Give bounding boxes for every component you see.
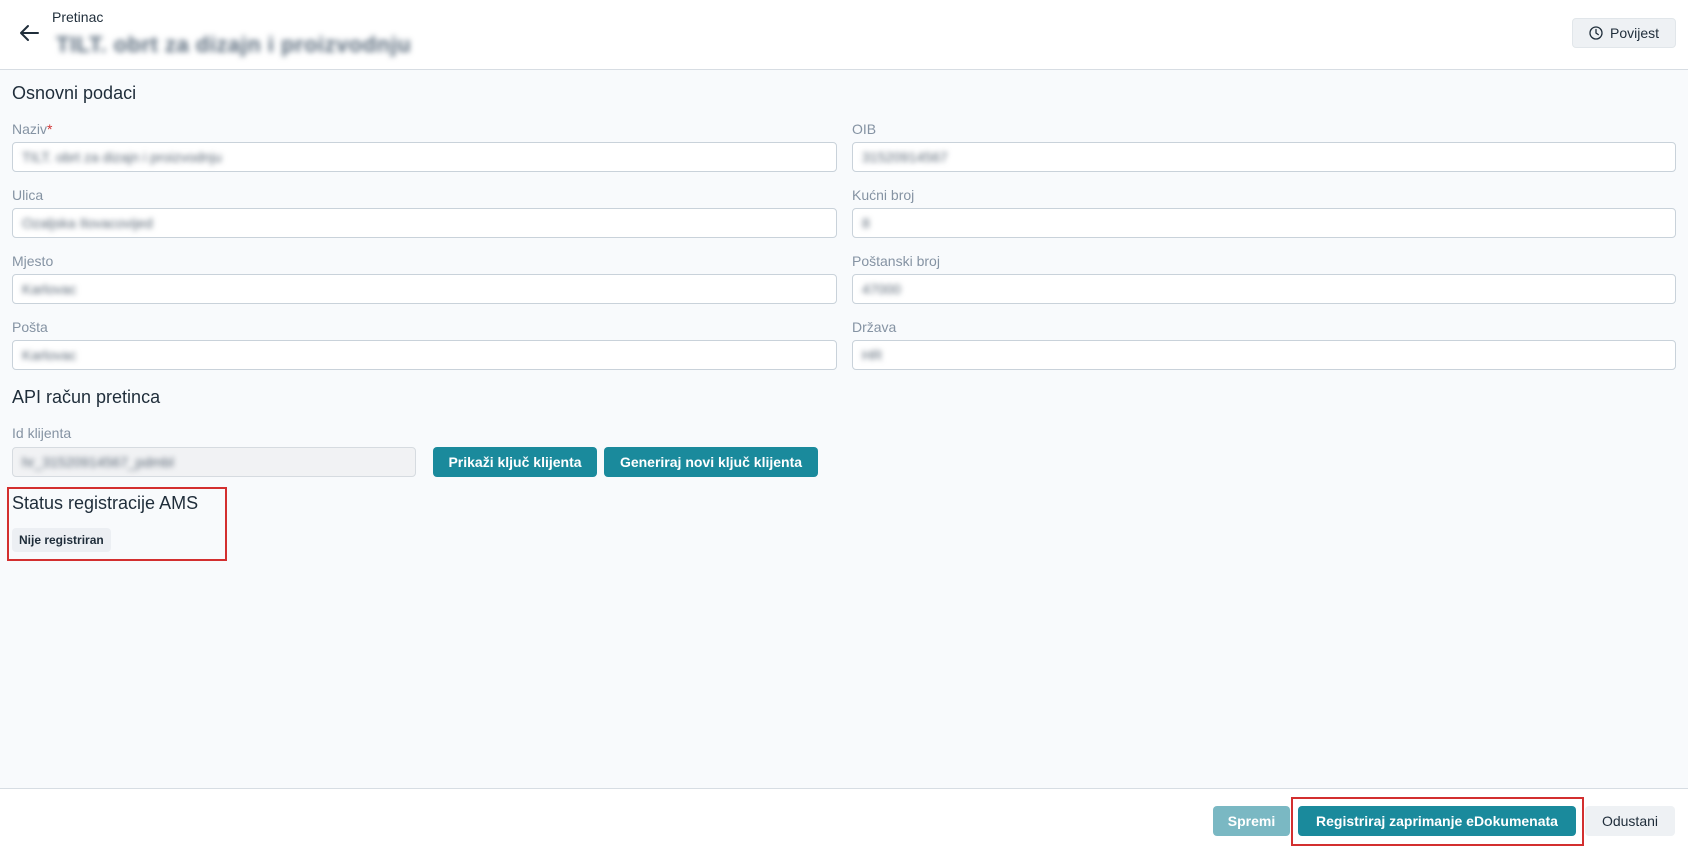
show-client-key-button[interactable]: Prikaži ključ klijenta <box>433 447 597 477</box>
posta-field[interactable]: Karlovac <box>12 340 837 370</box>
save-button[interactable]: Spremi <box>1213 806 1290 836</box>
kucni-broj-field[interactable]: 8 <box>852 208 1676 238</box>
ulica-label: Ulica <box>12 187 44 203</box>
client-id-label: Id klijenta <box>12 425 72 441</box>
history-label: Povijest <box>1609 25 1660 41</box>
ulica-value: Ozaljska Ilovacovijed <box>22 215 153 231</box>
client-id-value: hr_31520914567_pdmbl <box>22 454 174 470</box>
clock-icon <box>1589 26 1603 40</box>
client-id-field: hr_31520914567_pdmbl <box>12 447 416 477</box>
naziv-field[interactable]: TILT. obrt za dizajn i proizvodnju <box>12 142 837 172</box>
oib-label: OIB <box>852 121 877 137</box>
required-mark: * <box>47 121 53 137</box>
main-content: Osnovni podaci Naziv* TILT. obrt za diza… <box>0 70 1688 788</box>
postanski-broj-label: Poštanski broj <box>852 253 940 269</box>
cancel-button[interactable]: Odustani <box>1585 806 1675 836</box>
posta-label: Pošta <box>12 319 48 335</box>
naziv-label: Naziv* <box>12 121 53 137</box>
oib-value: 31520914567 <box>862 149 948 165</box>
ulica-field[interactable]: Ozaljska Ilovacovijed <box>12 208 837 238</box>
ams-status-heading: Status registracije AMS <box>12 493 199 513</box>
back-button[interactable] <box>16 20 42 46</box>
postanski-broj-value: 47000 <box>862 281 901 297</box>
page-title: TILT. obrt za dizajn i proizvodnju <box>56 32 412 57</box>
page-header: Pretinac TILT. obrt za dizajn i proizvod… <box>0 0 1688 70</box>
oib-field[interactable]: 31520914567 <box>852 142 1676 172</box>
register-edocuments-button[interactable]: Registriraj zaprimanje eDokumenata <box>1298 806 1576 836</box>
mjesto-value: Karlovac <box>22 281 77 297</box>
drzava-field[interactable]: HR <box>852 340 1676 370</box>
kucni-broj-label: Kućni broj <box>852 187 915 203</box>
page-footer: Spremi Registriraj zaprimanje eDokumenat… <box>0 788 1688 846</box>
basic-data-heading: Osnovni podaci <box>12 83 137 103</box>
arrow-left-icon <box>20 25 39 41</box>
api-account-heading: API račun pretinca <box>12 387 161 407</box>
history-button[interactable]: Povijest <box>1572 18 1676 48</box>
status-badge: Nije registriran <box>12 528 111 552</box>
postanski-broj-field[interactable]: 47000 <box>852 274 1676 304</box>
drzava-value: HR <box>862 347 883 363</box>
drzava-label: Država <box>852 319 897 335</box>
mjesto-field[interactable]: Karlovac <box>12 274 837 304</box>
kucni-broj-value: 8 <box>862 215 870 231</box>
posta-value: Karlovac <box>22 347 77 363</box>
naziv-value: TILT. obrt za dizajn i proizvodnju <box>22 149 222 165</box>
generate-client-key-button[interactable]: Generiraj novi ključ klijenta <box>604 447 818 477</box>
breadcrumb: Pretinac <box>52 9 104 25</box>
mjesto-label: Mjesto <box>12 253 54 269</box>
